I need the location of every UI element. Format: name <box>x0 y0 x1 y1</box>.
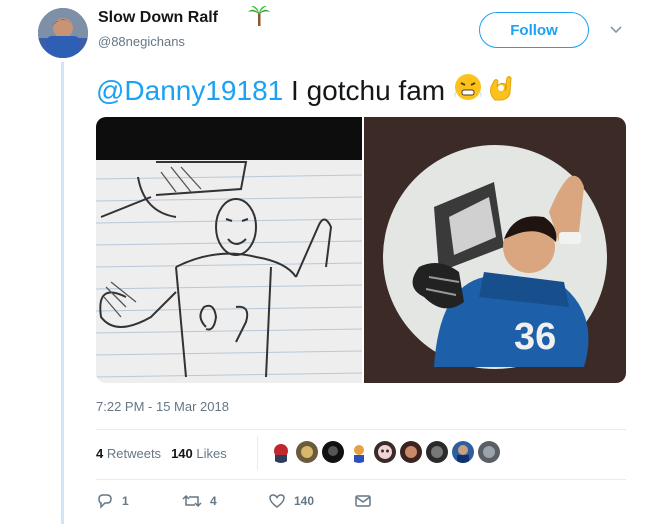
ok-hand-icon <box>485 72 515 109</box>
liker-avatar[interactable] <box>400 441 422 463</box>
likes-stat[interactable]: 140 Likes <box>171 446 227 461</box>
tweet-stats: 4 Retweets 140 Likes <box>96 446 227 461</box>
face-with-steam-icon <box>453 72 483 109</box>
tweet-timestamp[interactable]: 7:22 PM - 15 Mar 2018 <box>96 399 229 414</box>
liker-avatar[interactable] <box>452 441 474 463</box>
reply-icon <box>96 492 114 510</box>
avatar[interactable] <box>38 8 88 58</box>
liker-avatar[interactable] <box>322 441 344 463</box>
liker-avatar[interactable] <box>270 441 292 463</box>
liker-avatar[interactable] <box>478 441 500 463</box>
reply-count: 1 <box>122 494 129 508</box>
follow-button[interactable]: Follow <box>479 12 589 48</box>
liker-avatar[interactable] <box>296 441 318 463</box>
tweet-actions: 1 4 140 <box>96 492 440 510</box>
retweet-count: 4 <box>210 494 217 508</box>
liker-avatars <box>270 441 500 463</box>
tweet-media[interactable]: 36 <box>96 117 626 383</box>
divider <box>96 429 626 430</box>
retweets-stat[interactable]: 4 Retweets <box>96 446 161 461</box>
retweet-button[interactable]: 4 <box>182 492 268 510</box>
football-player-photo[interactable]: 36 <box>364 117 626 383</box>
thread-line <box>61 62 64 524</box>
palm-tree-icon <box>248 5 270 32</box>
chevron-down-icon[interactable] <box>609 22 623 41</box>
divider <box>257 436 258 470</box>
direct-message-button[interactable] <box>354 492 440 510</box>
tweet-text: @Danny19181 I gotchu fam <box>96 72 515 109</box>
liker-avatar[interactable] <box>426 441 448 463</box>
liker-avatar[interactable] <box>374 441 396 463</box>
retweet-icon <box>182 492 202 510</box>
display-name[interactable]: Slow Down Ralf <box>98 9 218 27</box>
tweet-body: I gotchu fam <box>283 74 446 106</box>
drawing-photo[interactable] <box>96 117 362 383</box>
reply-button[interactable]: 1 <box>96 492 182 510</box>
user-handle[interactable]: @88negichans <box>98 34 185 49</box>
mention-link[interactable]: @Danny19181 <box>96 75 283 107</box>
liker-avatar[interactable] <box>348 441 370 463</box>
photo-jersey-number: 36 <box>514 316 556 358</box>
divider <box>96 479 626 480</box>
heart-icon <box>268 492 286 510</box>
like-count: 140 <box>294 494 315 508</box>
like-button[interactable]: 140 <box>268 492 354 510</box>
envelope-icon <box>354 492 372 510</box>
